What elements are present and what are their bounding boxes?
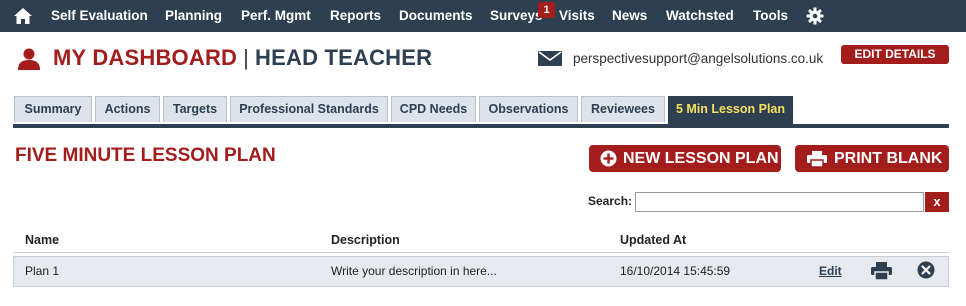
table-header-divider bbox=[13, 252, 949, 253]
nav-planning[interactable]: Planning bbox=[165, 0, 222, 32]
title-separator: | bbox=[243, 45, 250, 70]
page-title: MY DASHBOARD | HEAD TEACHER bbox=[53, 45, 432, 71]
tab-professional-standards[interactable]: Professional Standards bbox=[230, 96, 388, 122]
tab-summary[interactable]: Summary bbox=[14, 96, 92, 122]
tab-underline bbox=[13, 124, 949, 128]
nav-visits[interactable]: Visits bbox=[559, 0, 595, 32]
new-lesson-plan-label: NEW LESSON PLAN bbox=[623, 150, 779, 167]
nav-perf-mgmt[interactable]: Perf. Mgmt bbox=[241, 0, 311, 32]
column-header-updated-at: Updated At bbox=[620, 233, 687, 247]
dashboard-title: MY DASHBOARD bbox=[53, 45, 238, 70]
print-blank-label: PRINT BLANK bbox=[834, 150, 943, 167]
print-blank-button[interactable]: PRINT BLANK bbox=[795, 145, 949, 172]
delete-circle-icon[interactable] bbox=[917, 261, 935, 279]
tab-targets[interactable]: Targets bbox=[163, 96, 227, 122]
user-icon bbox=[18, 48, 40, 70]
tab-reviewees[interactable]: Reviewees bbox=[581, 96, 665, 122]
tab-5-min-lesson-plan[interactable]: 5 Min Lesson Plan bbox=[668, 96, 793, 124]
edit-details-button[interactable]: EDIT DETAILS bbox=[841, 45, 949, 64]
search-input[interactable] bbox=[635, 192, 924, 212]
role-title: HEAD TEACHER bbox=[255, 45, 433, 70]
support-email[interactable]: perspectivesupport@angelsolutions.co.uk bbox=[573, 51, 823, 66]
gear-icon[interactable] bbox=[806, 7, 824, 25]
nav-surveys[interactable]: Surveys bbox=[490, 0, 543, 32]
tab-actions[interactable]: Actions bbox=[95, 96, 160, 122]
mail-icon bbox=[538, 51, 562, 66]
printer-icon[interactable] bbox=[871, 262, 892, 280]
nav-news[interactable]: News bbox=[612, 0, 647, 32]
tab-observations[interactable]: Observations bbox=[479, 96, 578, 122]
tab-cpd-needs[interactable]: CPD Needs bbox=[391, 96, 476, 122]
search-label: Search: bbox=[588, 194, 633, 208]
search-clear-button[interactable]: x bbox=[925, 192, 949, 212]
column-header-description: Description bbox=[331, 233, 400, 247]
home-icon[interactable] bbox=[13, 7, 33, 25]
printer-icon bbox=[807, 151, 827, 167]
new-lesson-plan-button[interactable]: NEW LESSON PLAN bbox=[589, 145, 781, 172]
column-header-name: Name bbox=[25, 233, 60, 247]
nav-self-evaluation[interactable]: Self Evaluation bbox=[51, 0, 148, 32]
row-updated-at: 16/10/2014 15:45:59 bbox=[620, 264, 731, 278]
nav-watchsted[interactable]: Watchsted bbox=[666, 0, 734, 32]
nav-reports[interactable]: Reports bbox=[330, 0, 381, 32]
plus-circle-icon bbox=[600, 150, 617, 167]
row-edit-link[interactable]: Edit bbox=[819, 264, 842, 278]
row-description: Write your description in here... bbox=[331, 264, 497, 278]
surveys-notification-badge: 1 bbox=[538, 2, 555, 18]
section-title: FIVE MINUTE LESSON PLAN bbox=[15, 145, 276, 166]
nav-tools[interactable]: Tools bbox=[753, 0, 788, 32]
nav-documents[interactable]: Documents bbox=[399, 0, 473, 32]
row-name: Plan 1 bbox=[25, 264, 60, 278]
top-navigation: Self Evaluation Planning Perf. Mgmt Repo… bbox=[0, 0, 966, 32]
